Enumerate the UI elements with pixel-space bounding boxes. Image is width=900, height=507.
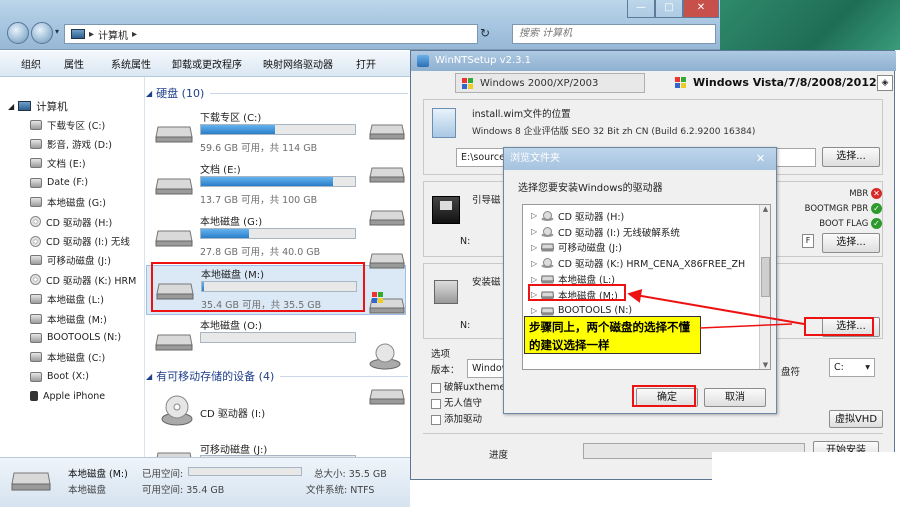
arrow-to-drive [627,289,805,325]
arrow-to-callout [699,323,793,329]
annotation-arrows [627,289,805,329]
desktop-corner [712,452,900,507]
